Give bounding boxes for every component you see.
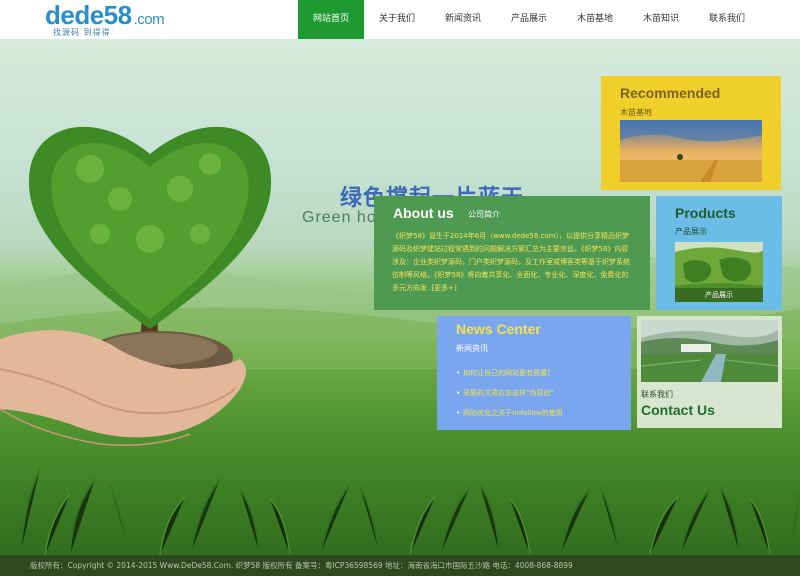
nav-item-home[interactable]: 网站首页 bbox=[298, 0, 364, 39]
recommended-subtitle: 木苗基地 bbox=[620, 108, 652, 117]
contact-thumbnail[interactable] bbox=[641, 320, 778, 382]
nav-item-contact[interactable]: 联系我们 bbox=[694, 0, 760, 39]
products-subtitle: 产品展示 bbox=[675, 227, 707, 236]
about-description[interactable]: 《织梦58》诞生于2014年6月（www.dede58.com），以提供分享精品… bbox=[392, 230, 634, 295]
header: dede58 .com 找源码 到得得 网站首页 关于我们 新闻资讯 产品展示 木… bbox=[0, 0, 800, 39]
nav-item-products[interactable]: 产品展示 bbox=[496, 0, 562, 39]
nav-item-about[interactable]: 关于我们 bbox=[364, 0, 430, 39]
bullet-icon: • bbox=[456, 389, 461, 397]
bullet-icon: • bbox=[456, 369, 461, 377]
contact-title: Contact Us bbox=[641, 402, 715, 418]
nav-item-nursery-base[interactable]: 木苗基地 bbox=[562, 0, 628, 39]
news-title: News Center bbox=[456, 321, 541, 337]
contact-box[interactable]: 联系我们 Contact Us bbox=[637, 316, 782, 428]
news-item[interactable]: • 采集的文章应该这样"伪原创" bbox=[456, 383, 563, 403]
news-subtitle: 新闻资讯 bbox=[456, 344, 488, 353]
news-item[interactable]: • 如何让自己的网站更有质量？ bbox=[456, 363, 563, 383]
news-box: News Center 新闻资讯 • 如何让自己的网站更有质量？ • 采集的文章应该… bbox=[437, 316, 631, 430]
about-subtitle: 公司简介 bbox=[468, 210, 500, 219]
news-list: • 如何让自己的网站更有质量？ • 采集的文章应该这样"伪原创" • 网站优化之关于n… bbox=[456, 363, 563, 423]
nav-item-nursery-knowledge[interactable]: 木苗知识 bbox=[628, 0, 694, 39]
footer: 版权所有：Copyright © 2014-2015 Www.DeDe58.Co… bbox=[0, 555, 800, 576]
news-item[interactable]: • 网站优化之关于nofollow的使用 bbox=[456, 403, 563, 423]
contact-subtitle: 联系我们 bbox=[641, 390, 673, 399]
recommended-thumbnail[interactable] bbox=[620, 120, 762, 182]
products-box[interactable]: Products 产品展示 产品展示 bbox=[656, 196, 782, 310]
recommended-box[interactable]: Recommended 木苗基地 bbox=[601, 76, 781, 190]
recommended-title: Recommended bbox=[620, 85, 721, 101]
bullet-icon: • bbox=[456, 409, 461, 417]
products-title: Products bbox=[675, 205, 736, 221]
site-logo[interactable]: dede58 .com 找源码 到得得 bbox=[45, 2, 195, 38]
hero-slogan-en: Green ho bbox=[302, 209, 377, 226]
footer-copyright: 版权所有：Copyright © 2014-2015 Www.DeDe58.Co… bbox=[30, 561, 573, 570]
nav-item-news[interactable]: 新闻资讯 bbox=[430, 0, 496, 39]
main-nav: 网站首页 关于我们 新闻资讯 产品展示 木苗基地 木苗知识 联系我们 bbox=[298, 0, 760, 39]
about-title: About us bbox=[393, 205, 454, 221]
logo-tagline: 找源码 到得得 bbox=[53, 28, 111, 37]
logo-suffix: .com bbox=[133, 11, 165, 28]
products-caption: 产品展示 bbox=[675, 288, 763, 302]
about-box: About us 公司简介 《织梦58》诞生于2014年6月（www.dede5… bbox=[374, 196, 650, 310]
